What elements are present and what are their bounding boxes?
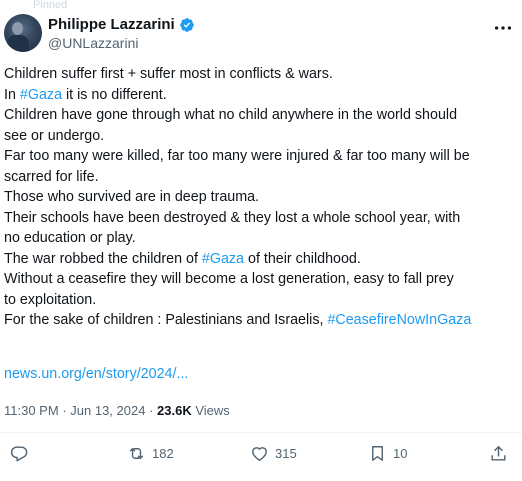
tweet-line: Without a ceasefire they will become a l… [4, 269, 518, 290]
divider [0, 432, 522, 433]
bookmark-icon [372, 446, 383, 461]
tweet-line: Those who survived are in deep trauma. [4, 187, 518, 208]
post-date[interactable]: Jun 13, 2024 [70, 403, 145, 418]
tweet-meta: 11:30 PM · Jun 13, 2024 · 23.6K Views [4, 403, 230, 418]
avatar[interactable] [4, 14, 42, 52]
tweet-text-segment: Far too many were killed, far too many w… [4, 148, 470, 164]
bookmark-count: 10 [393, 446, 408, 461]
name-row: Philippe Lazzarini [48, 16, 195, 33]
tweet-line: In #Gaza it is no different. [4, 85, 518, 106]
tweet-text-segment: Those who survived are in deep trauma. [4, 189, 260, 205]
retweet-button[interactable]: 182 [127, 444, 174, 463]
author-handle[interactable]: @UNLazzarini [48, 35, 138, 51]
tweet-line: see or undergo. [4, 126, 518, 147]
hashtag-link[interactable]: #Gaza [202, 251, 244, 267]
share-button[interactable] [489, 444, 508, 463]
tweet-text-segment: of their childhood. [244, 250, 361, 267]
retweet-count: 182 [152, 446, 174, 461]
tweet-line: For the sake of children : Palestinians … [4, 310, 518, 331]
tweet-text-segment: scarred for life. [4, 168, 99, 185]
reply-icon [10, 446, 28, 462]
tweet-text-segment: Without a ceasefire they will become a l… [4, 271, 454, 287]
display-name[interactable]: Philippe Lazzarini [48, 16, 175, 33]
tweet-line: Far too many were killed, far too many w… [4, 146, 518, 167]
pinned-hint: Pinned [33, 0, 68, 10]
like-count: 315 [275, 446, 297, 461]
tweet-line: scarred for life. [4, 167, 518, 188]
tweet-text-segment: to exploitation. [4, 291, 97, 308]
tweet-line: Children suffer first + suffer most in c… [4, 64, 518, 85]
tweet-text-segment: For the sake of children : Palestinians … [4, 312, 328, 328]
action-bar: 182 315 10 [0, 444, 522, 470]
tweet-text-segment: it is no different. [62, 86, 167, 103]
tweet-line: to exploitation. [4, 290, 518, 311]
hashtag-link[interactable]: #CeasefireNowInGaza [327, 312, 471, 328]
retweet-icon [129, 448, 144, 459]
article-link[interactable]: news.un.org/en/story/2024/... [4, 366, 188, 382]
share-icon [491, 446, 506, 461]
reply-button[interactable] [10, 444, 35, 463]
post-time[interactable]: 11:30 PM [4, 403, 59, 418]
tweet-text-segment: Children suffer first + suffer most in c… [4, 66, 333, 82]
tweet-line: Children have gone through what no child… [4, 105, 518, 126]
like-button[interactable]: 315 [250, 444, 297, 463]
tweet-text-segment: see or undergo. [4, 127, 105, 144]
heart-icon [252, 447, 267, 461]
tweet-text-segment: no education or play. [4, 230, 136, 246]
verified-badge-icon [179, 17, 194, 32]
tweet-line: no education or play. [4, 228, 518, 249]
tweet-header: Philippe Lazzarini @UNLazzarini [4, 13, 518, 53]
tweet-text-segment: Children have gone through what no child… [4, 107, 458, 123]
tweet-line: The war robbed the children of #Gaza of … [4, 249, 518, 270]
views-count: 23.6K [157, 403, 192, 418]
hashtag-link[interactable]: #Gaza [20, 87, 62, 103]
views-label: Views [195, 403, 230, 418]
tweet-line: Their schools have been destroyed & they… [4, 208, 518, 229]
more-options-icon[interactable] [492, 17, 514, 39]
tweet-text-segment: Their schools have been destroyed & they… [4, 209, 461, 226]
bookmark-button[interactable]: 10 [368, 444, 407, 463]
tweet-text: Children suffer first + suffer most in c… [4, 64, 518, 331]
tweet-text-segment: In [4, 86, 20, 103]
tweet-text-segment: The war robbed the children of [4, 250, 202, 267]
